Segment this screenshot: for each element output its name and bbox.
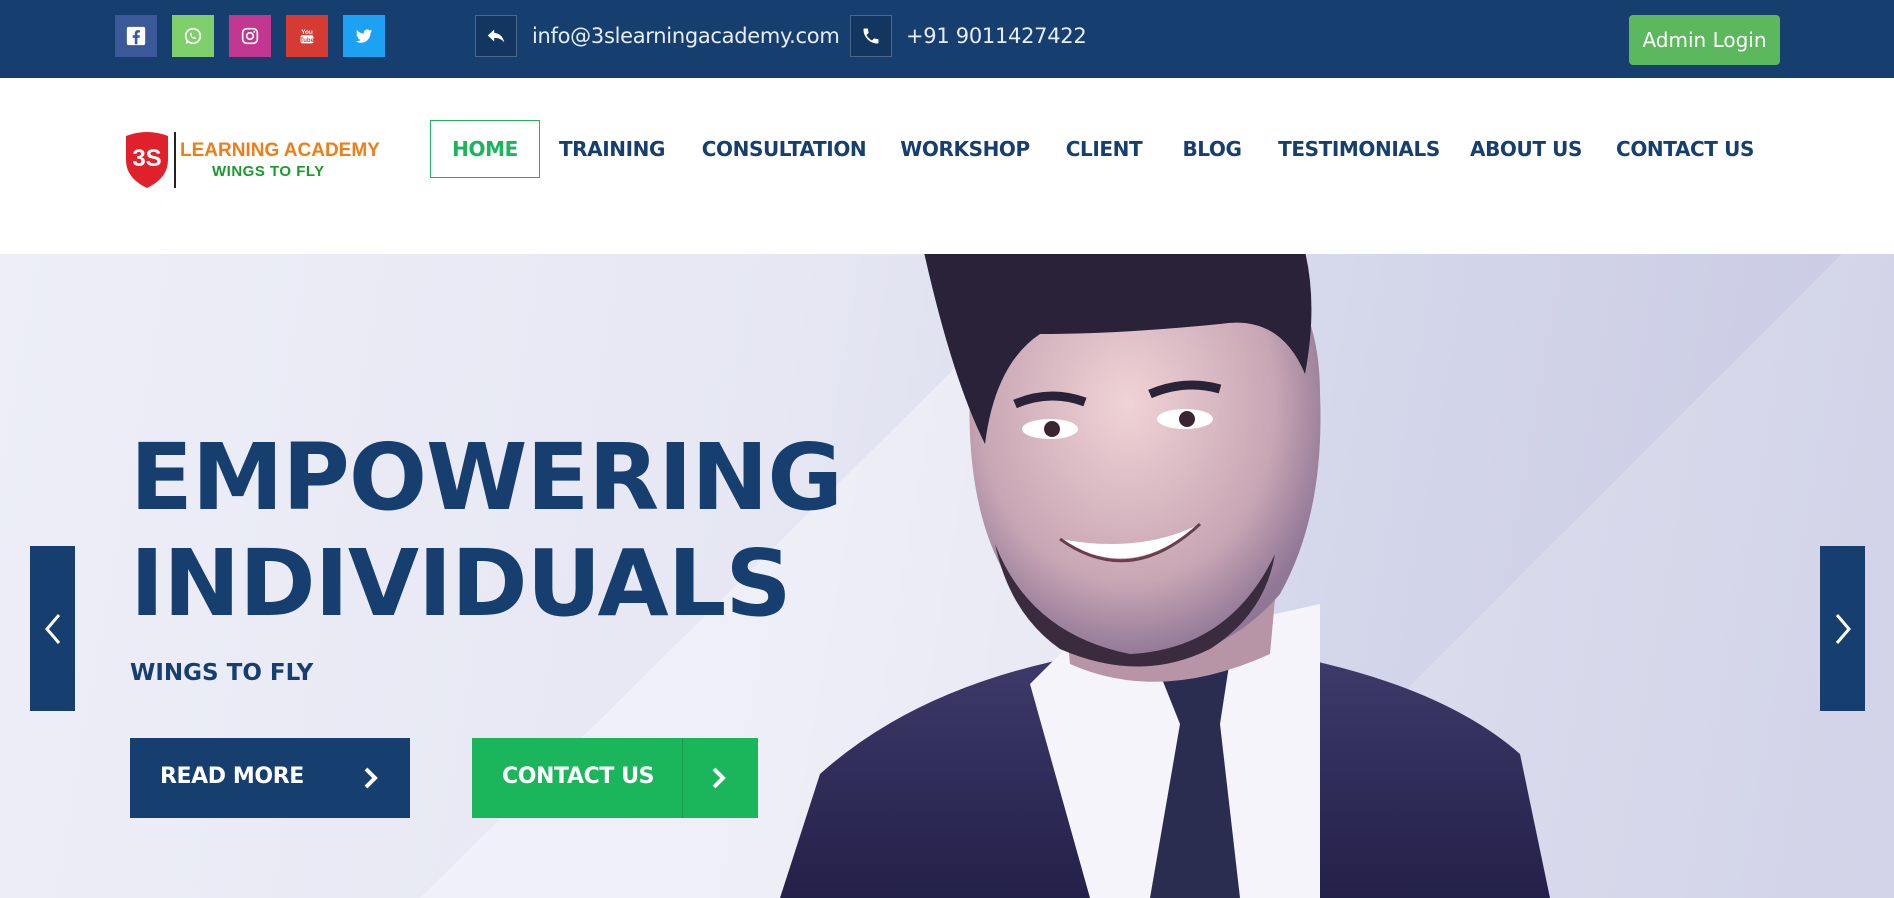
- nav-training[interactable]: TRAINING: [558, 120, 666, 178]
- youtube-icon[interactable]: You Tube: [286, 15, 328, 57]
- phone-icon: [850, 15, 892, 57]
- nav-blog[interactable]: BLOG: [1180, 120, 1244, 178]
- nav-workshop[interactable]: WORKSHOP: [900, 120, 1030, 178]
- facebook-icon[interactable]: [115, 15, 157, 57]
- read-more-button[interactable]: READ MORE: [130, 738, 410, 818]
- prev-slide-button[interactable]: [30, 546, 75, 711]
- svg-text:Tube: Tube: [300, 38, 314, 44]
- read-more-label: READ MORE: [160, 764, 304, 789]
- logo-shield-icon[interactable]: 3S: [124, 130, 170, 193]
- svg-text:3S: 3S: [132, 145, 161, 172]
- instagram-icon[interactable]: [229, 15, 271, 57]
- nav-client[interactable]: CLIENT: [1066, 120, 1143, 178]
- nav-contact-us[interactable]: CONTACT US: [1616, 120, 1754, 178]
- nav-testimonials[interactable]: TESTIMONIALS: [1278, 120, 1440, 178]
- whatsapp-icon[interactable]: [172, 15, 214, 57]
- email-link[interactable]: info@3slearningacademy.com: [532, 24, 840, 48]
- hero-title-line2: INDIVIDUALS: [130, 530, 792, 637]
- logo-tagline: WINGS TO FLY: [212, 163, 325, 180]
- logo-title: LEARNING ACADEMY: [180, 140, 380, 161]
- button-divider: [682, 738, 683, 818]
- nav-about-us[interactable]: ABOUT US: [1470, 120, 1582, 178]
- hero-subtitle: WINGS TO FLY: [130, 660, 314, 686]
- admin-login-button[interactable]: Admin Login: [1629, 15, 1780, 65]
- chevron-right-icon: [362, 766, 380, 796]
- next-slide-button[interactable]: [1820, 546, 1865, 711]
- contact-us-label: CONTACT US: [502, 764, 655, 789]
- contact-us-button[interactable]: CONTACT US: [472, 738, 758, 818]
- reply-icon: [475, 15, 517, 57]
- nav-consultation[interactable]: CONSULTATION: [702, 120, 867, 178]
- nav-home[interactable]: HOME: [430, 120, 540, 178]
- hero-title-line1: EMPOWERING: [130, 424, 843, 531]
- twitter-icon[interactable]: [343, 15, 385, 57]
- phone-link[interactable]: +91 9011427422: [906, 24, 1087, 48]
- top-bar: You Tube info@3slearningacademy.com +91 9…: [0, 0, 1894, 78]
- chevron-right-icon: [710, 766, 728, 796]
- hero-person-image: [780, 254, 1550, 898]
- logo-divider: [174, 132, 176, 188]
